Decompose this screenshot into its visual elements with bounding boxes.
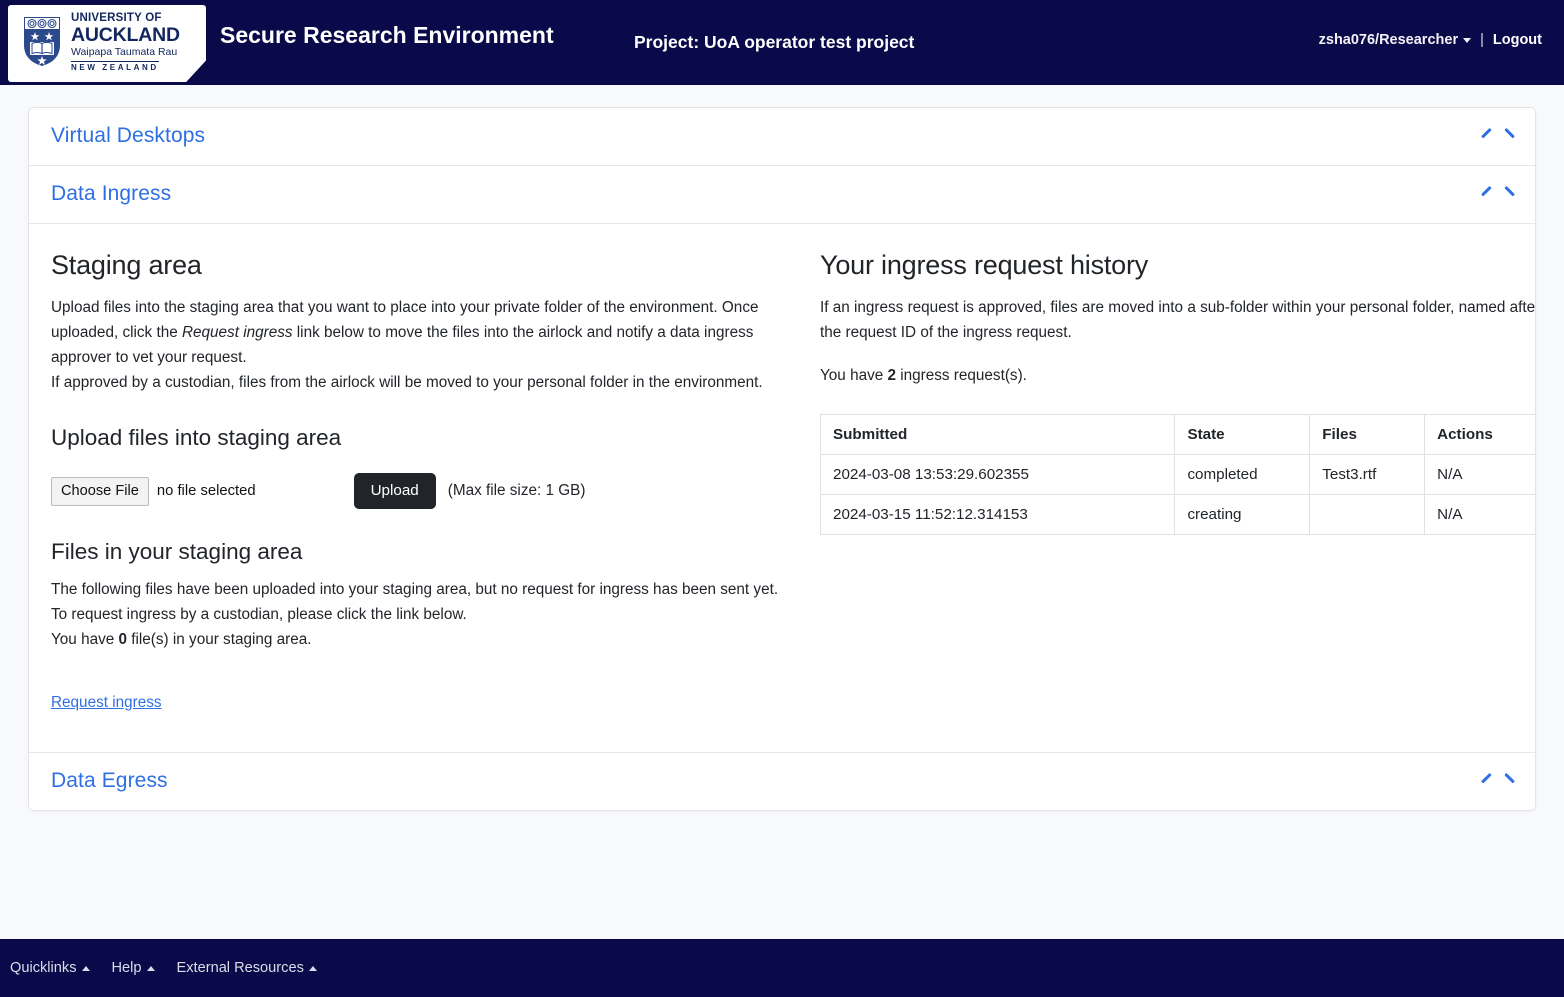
staging-intro-italic: Request ingress <box>181 324 293 341</box>
footer-item-help[interactable]: Help <box>112 960 155 976</box>
cell-state: completed <box>1174 454 1311 495</box>
column-header-state: State <box>1174 414 1311 455</box>
footer-label-quicklinks: Quicklinks <box>10 960 77 976</box>
university-logo: UNIVERSITY OF AUCKLAND Waipapa Taumata R… <box>8 5 206 82</box>
files-count-suffix: file(s) in your staging area. <box>127 631 312 648</box>
files-in-staging-heading: Files in your staging area <box>51 539 303 564</box>
ingress-request-count-line: You have 2 ingress request(s). <box>820 363 1535 388</box>
chevron-down-icon <box>1463 37 1472 43</box>
footer-bar: Quicklinks Help External Resources <box>0 939 1564 997</box>
chevron-up-icon <box>308 965 317 971</box>
accordion-title-data-egress: Data Egress <box>51 769 168 792</box>
data-ingress-body: Staging area Upload files into the stagi… <box>29 223 1535 752</box>
brand-title: Secure Research Environment <box>220 22 554 48</box>
table-head: Submitted State Files Actions <box>819 414 1535 455</box>
cell-actions: N/A <box>1424 494 1535 535</box>
footer-item-external-resources[interactable]: External Resources <box>177 960 317 976</box>
table-row: 2024-03-15 11:52:12.314153 creating N/A <box>819 494 1535 535</box>
request-count-value: 2 <box>887 367 896 384</box>
logo-line-4: NEW ZEALAND <box>71 60 159 72</box>
choose-file-button[interactable]: Choose File <box>51 476 149 506</box>
navbar-separator: | <box>1480 32 1484 48</box>
accordion-header-data-egress[interactable]: Data Egress <box>29 752 1535 810</box>
university-crest-icon <box>22 15 62 72</box>
max-file-size-note: (Max file size: 1 GB) <box>447 482 586 499</box>
chevron-up-icon <box>81 965 90 971</box>
footer-label-external-resources: External Resources <box>176 960 304 976</box>
table-body: 2024-03-08 13:53:29.602355 completed Tes… <box>819 454 1535 535</box>
staging-area-intro: Upload files into the staging area that … <box>51 295 792 370</box>
accordion-title-virtual-desktops: Virtual Desktops <box>51 124 206 147</box>
upload-controls-row: Choose File no file selected Upload (Max… <box>51 473 792 509</box>
project-title: Project: UoA operator test project <box>634 32 915 52</box>
files-in-staging-text-2: To request ingress by a custodian, pleas… <box>51 606 467 623</box>
accordion-title-data-ingress: Data Ingress <box>51 182 172 205</box>
cell-files <box>1309 494 1426 535</box>
user-menu-label: zsha076/Researcher <box>1318 32 1459 48</box>
accordion-header-data-ingress[interactable]: Data Ingress <box>29 165 1535 223</box>
cell-submitted: 2024-03-08 13:53:29.602355 <box>819 454 1176 495</box>
column-header-actions: Actions <box>1424 414 1535 455</box>
chevron-up-icon[interactable] <box>1481 130 1503 143</box>
request-count-prefix: You have <box>820 367 888 384</box>
upload-button[interactable]: Upload <box>353 473 436 509</box>
files-count-prefix: You have <box>51 631 119 648</box>
column-header-submitted: Submitted <box>819 414 1176 455</box>
logo-line-3: Waipapa Taumata Rau <box>71 46 178 59</box>
ingress-history-heading: Your ingress request history <box>820 250 1149 280</box>
request-ingress-link[interactable]: Request ingress <box>51 694 162 712</box>
cell-actions: N/A <box>1424 454 1535 495</box>
upload-files-heading: Upload files into staging area <box>51 425 342 450</box>
cell-files: Test3.rtf <box>1309 454 1426 495</box>
staging-area-column: Staging area Upload files into the stagi… <box>51 246 816 712</box>
column-header-files: Files <box>1309 414 1426 455</box>
top-navbar: UNIVERSITY OF AUCKLAND Waipapa Taumata R… <box>0 0 1564 85</box>
page-content: Virtual Desktops Data Ingress Staging ar… <box>0 85 1564 811</box>
chevron-up-icon[interactable] <box>1481 188 1503 201</box>
ingress-history-intro: If an ingress request is approved, files… <box>820 299 1536 341</box>
footer-label-help: Help <box>111 960 142 976</box>
logout-link[interactable]: Logout <box>1493 32 1542 48</box>
accordion-card: Virtual Desktops Data Ingress Staging ar… <box>28 107 1536 811</box>
chevron-up-icon[interactable] <box>1481 775 1503 788</box>
navbar-right: zsha076/Researcher | Logout <box>1319 32 1542 48</box>
selected-file-name: no file selected <box>156 483 256 499</box>
files-in-staging-text-1: The following files have been uploaded i… <box>51 581 779 598</box>
staging-area-heading: Staging area <box>51 250 202 280</box>
logo-line-2: AUCKLAND <box>71 23 180 46</box>
cell-state: creating <box>1174 494 1311 535</box>
staging-area-intro-line2: If approved by a custodian, files from t… <box>51 374 763 391</box>
table-header-row: Submitted State Files Actions <box>819 414 1535 455</box>
cell-submitted: 2024-03-15 11:52:12.314153 <box>819 494 1176 535</box>
chevron-up-icon <box>146 965 155 971</box>
user-menu-button[interactable]: zsha076/Researcher <box>1318 32 1472 48</box>
university-logo-text: UNIVERSITY OF AUCKLAND Waipapa Taumata R… <box>71 13 180 74</box>
file-input[interactable]: Choose File no file selected <box>51 476 256 506</box>
files-count-value: 0 <box>118 631 127 648</box>
request-count-suffix: ingress request(s). <box>896 367 1027 384</box>
ingress-history-table: Submitted State Files Actions 2024-03-08… <box>819 414 1535 535</box>
files-count-line: You have 0 file(s) in your staging area. <box>51 627 792 652</box>
ingress-history-column: Your ingress request history If an ingre… <box>816 246 1536 712</box>
accordion-header-virtual-desktops[interactable]: Virtual Desktops <box>29 108 1535 165</box>
table-row: 2024-03-08 13:53:29.602355 completed Tes… <box>819 454 1535 495</box>
footer-item-quicklinks[interactable]: Quicklinks <box>10 960 90 976</box>
